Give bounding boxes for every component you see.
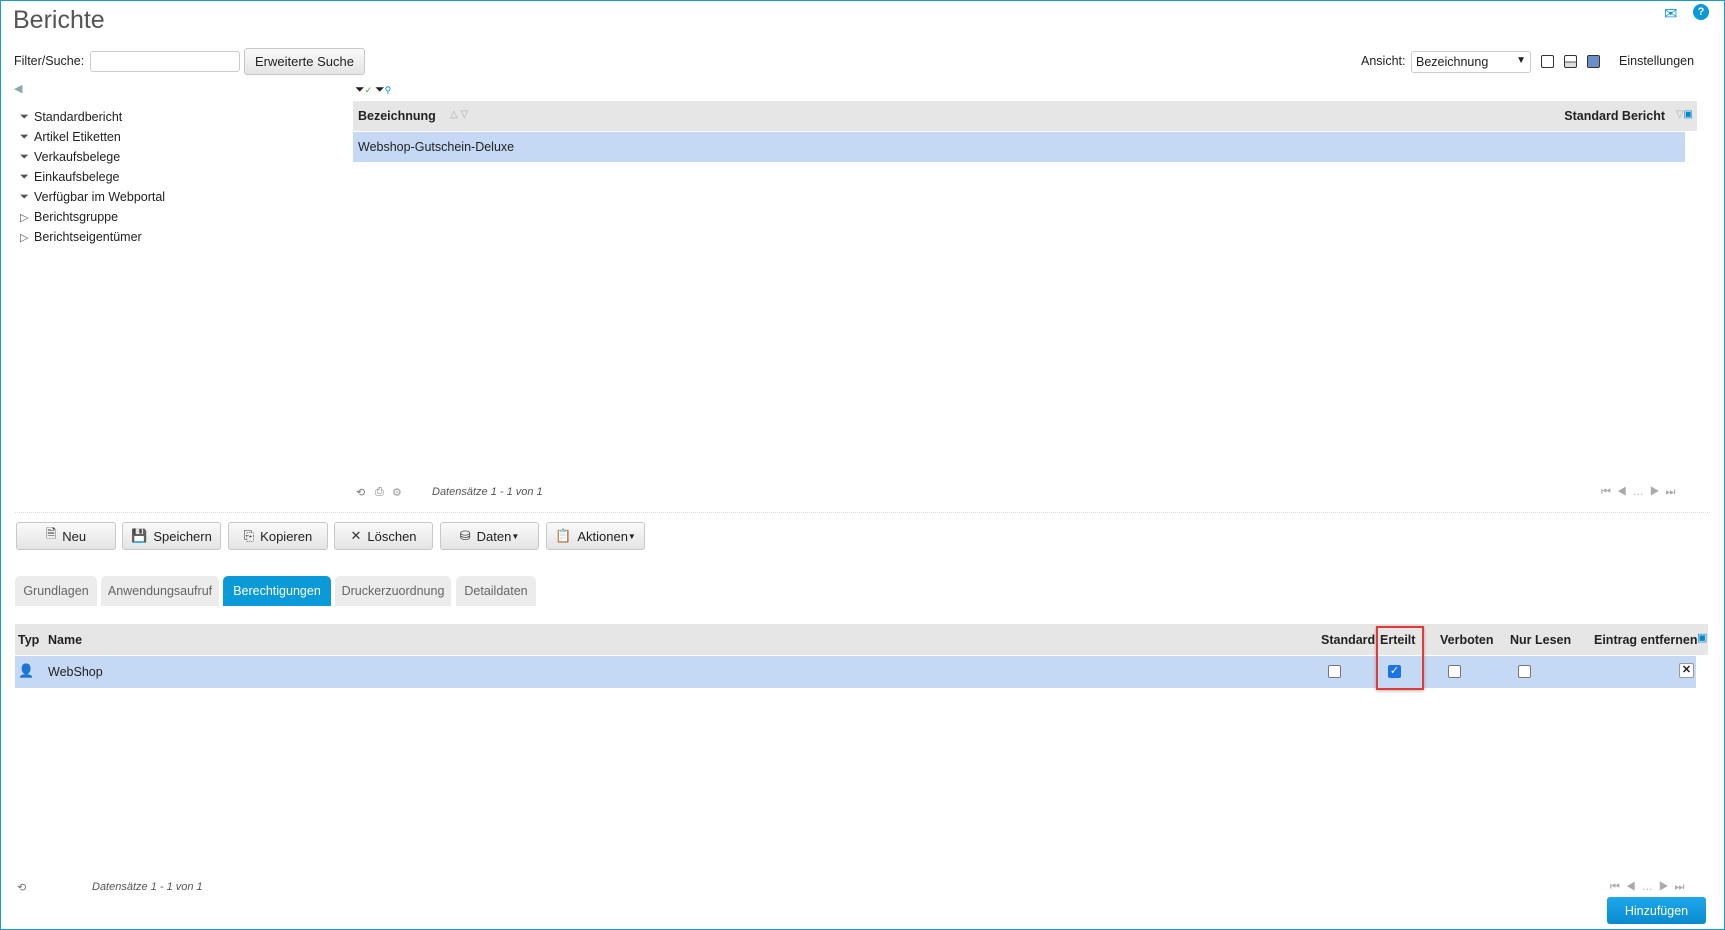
permission-name: WebShop [48,665,103,679]
actions-label: Aktionen [577,528,628,544]
tree-item-label: Verfügbar im Webportal [34,190,166,204]
tree-item[interactable]: ▷ Berichtseigentümer [20,230,142,244]
column-header-bezeichnung[interactable]: Bezeichnung [358,109,436,123]
layout-split-icon[interactable] [1564,55,1577,68]
pager[interactable]: ⏮◀…▶⏭ [1610,881,1690,894]
tab-grundlagen[interactable]: Grundlagen [15,576,97,606]
caret-down-icon: ▼ [511,531,520,541]
column-filter-icon[interactable]: ▽▣ [1676,109,1693,120]
tree-item[interactable]: ⏷ Artikel Etiketten [20,130,121,144]
refresh-icon[interactable]: ⟲ [17,881,26,894]
actions-dropdown-button[interactable]: 📋 Aktionen ▼ [546,522,645,550]
chevron-down-icon: ▼ [1516,55,1526,66]
tree-item-label: Verkaufsbelege [34,150,121,164]
mail-icon[interactable]: ✉ [1664,4,1677,24]
filter-icon: ⏷ [20,150,29,163]
filter-apply-icon[interactable]: ⏷✓ [355,82,372,97]
tab-berechtigungen[interactable]: Berechtigungen [223,576,331,606]
tree-item[interactable]: ⏷ Einkaufsbelege [20,170,119,184]
filter-search-icon[interactable]: ⏷⚲ [375,82,391,97]
new-button[interactable]: 🗎 Neu [16,522,116,550]
filter-icon: ⏷ [20,110,29,123]
add-button[interactable]: Hinzufügen [1607,897,1706,924]
tab-druckerzuordnung[interactable]: Druckerzuordnung [335,576,451,606]
filter-icon: ⏷ [20,190,29,203]
settings-link[interactable]: Einstellungen [1619,54,1694,68]
close-icon: ✕ [350,528,362,543]
pager-pages[interactable]: … [1633,486,1650,498]
column-chooser-icon[interactable]: ▣ [1697,631,1707,644]
tree-item[interactable]: ⏷ Standardbericht [20,110,122,124]
document-icon: 🗎 [45,526,57,541]
filter-search-input[interactable] [90,51,240,72]
column-header-standard[interactable]: Standard [1321,633,1375,647]
delete-label: Löschen [367,528,417,544]
tab-detaildaten[interactable]: Detaildaten [456,576,536,606]
save-icon: 💾 [131,528,148,543]
highlight-box [1376,626,1424,690]
column-header-verboten[interactable]: Verboten [1440,633,1494,647]
table-row[interactable]: Webshop-Gutschein-Deluxe [353,132,1685,162]
clipboard-icon: 📋 [555,528,572,543]
tree-item-label: Berichtseigentümer [34,230,142,244]
advanced-search-button[interactable]: Erweiterte Suche [244,48,365,75]
save-button[interactable]: 💾 Speichern [122,522,221,550]
column-header-eintrag-entfernen[interactable]: Eintrag entfernen [1594,633,1698,647]
column-header-name[interactable]: Name [48,633,82,647]
column-header-nur-lesen[interactable]: Nur Lesen [1510,633,1571,647]
filter-icon: ⏷ [20,170,29,183]
view-select[interactable]: Bezeichnung ▼ [1411,51,1531,73]
data-label: Daten [476,528,512,544]
standard-checkbox[interactable] [1328,665,1341,678]
tree-item[interactable]: ▷ Berichtsgruppe [20,210,118,224]
filter-search-label: Filter/Suche: [14,54,85,68]
tab-anwendungsaufruf[interactable]: Anwendungsaufruf [101,576,219,606]
database-icon: ⛁ [459,528,471,543]
forbidden-checkbox[interactable] [1448,665,1461,678]
record-count: Datensätze 1 - 1 von 1 [432,486,543,498]
copy-label: Kopieren [260,528,313,544]
readonly-checkbox[interactable] [1518,665,1531,678]
data-dropdown-button[interactable]: ⛁ Daten ▼ [440,522,539,550]
pager-pages[interactable]: … [1642,881,1659,893]
collapse-panel-icon[interactable]: ◀ [14,82,22,95]
record-count: Datensätze 1 - 1 von 1 [92,881,203,893]
layout-single-icon[interactable] [1541,55,1554,68]
delete-button[interactable]: ✕ Löschen [334,522,433,550]
tree-item-label: Standardbericht [34,110,123,124]
pager[interactable]: ⏮◀…▶⏭ [1601,486,1681,499]
sort-asc-icon[interactable]: △ ▽ [450,109,468,120]
report-name: Webshop-Gutschein-Deluxe [358,140,515,154]
report-grid-header: Bezeichnung △ ▽ Standard Bericht ▽▣ [353,101,1697,131]
permissions-grid-header: Typ Name Standard Erteilt Verboten Nur L… [15,624,1708,655]
view-select-value: Bezeichnung [1416,55,1489,69]
print-icon[interactable]: ⎙ [375,486,384,499]
divider [15,512,1710,513]
save-label: Speichern [153,528,212,544]
copy-icon: ⎘ [243,528,255,543]
settings-gears-icon[interactable]: ⚙ [392,486,402,499]
help-icon[interactable]: ? [1693,4,1709,20]
tree-item-label: Einkaufsbelege [34,170,120,184]
new-label: Neu [62,528,87,544]
tree-item[interactable]: ⏷ Verfügbar im Webportal [20,190,165,204]
refresh-icon[interactable]: ⟲ [356,486,365,499]
filter-icon: ⏷ [20,130,29,143]
column-header-standard-bericht[interactable]: Standard Bericht [1564,109,1665,123]
tree-item-label: Artikel Etiketten [34,130,121,144]
expand-icon: ▷ [20,231,29,244]
page-title: Berichte [13,6,105,34]
copy-button[interactable]: ⎘ Kopieren [228,522,328,550]
remove-entry-button[interactable]: ✕ [1679,663,1694,678]
caret-down-icon: ▼ [627,531,636,541]
tree-item-label: Berichtsgruppe [34,210,119,224]
expand-icon: ▷ [20,211,29,224]
table-row[interactable]: 👤 WebShop ✓ ✕ [15,656,1696,688]
tree-item[interactable]: ⏷ Verkaufsbelege [20,150,120,164]
view-label: Ansicht: [1361,54,1406,68]
user-icon: 👤 [18,663,35,678]
layout-full-icon[interactable] [1587,55,1600,68]
column-header-typ[interactable]: Typ [18,633,39,647]
